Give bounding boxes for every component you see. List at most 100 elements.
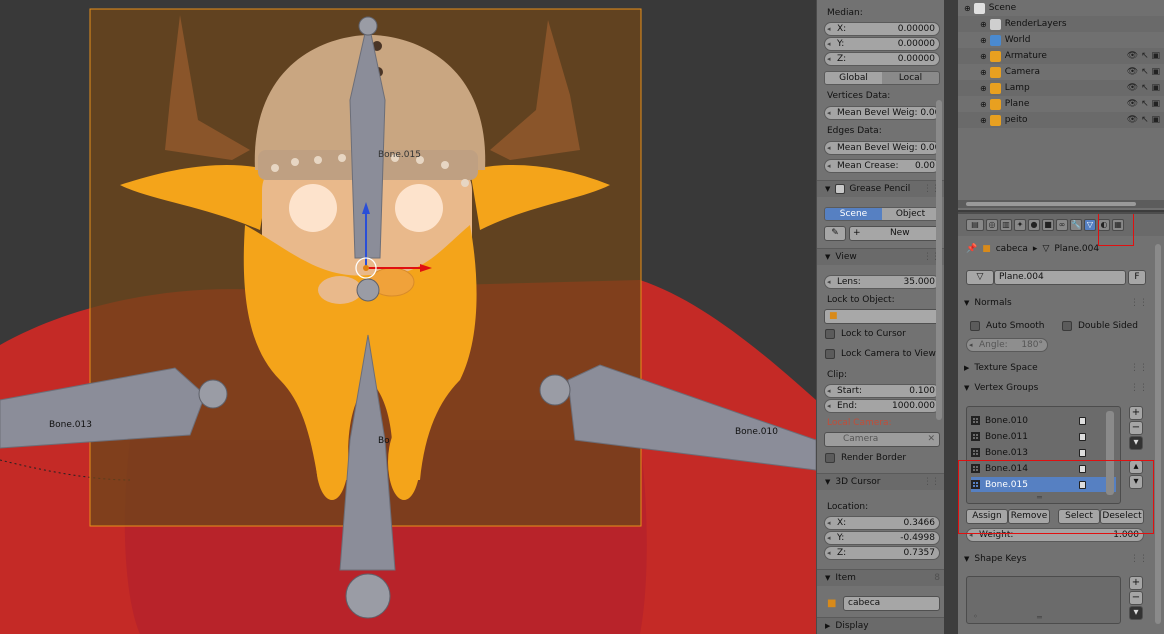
remove-vertex-group-button[interactable]: − — [1129, 421, 1143, 435]
weight-field[interactable]: Weight:1.000 — [966, 528, 1144, 542]
vertex-group-specials-button[interactable]: ▾ — [1129, 436, 1143, 450]
normals-panel-header[interactable]: ▼ Normals ⋮⋮ — [964, 295, 1152, 311]
item-panel-header[interactable]: ▼ Item 8 — [817, 569, 944, 586]
lock-icon[interactable] — [1079, 464, 1086, 473]
gp-new-button[interactable]: + New — [849, 226, 940, 241]
vertex-group-list-scrollbar[interactable] — [1106, 411, 1114, 495]
3d-cursor-panel-header[interactable]: ▼ 3D Cursor ⋮⋮ — [817, 473, 944, 490]
clear-x-icon[interactable]: ✕ — [927, 433, 935, 446]
shape-key-specials-button[interactable]: ▾ — [1129, 606, 1143, 620]
expand-icon[interactable]: ⊕ — [964, 4, 971, 13]
outliner-row[interactable]: ⊕ peito 👁 ↖ ▣ — [958, 112, 1164, 128]
add-vertex-group-button[interactable]: + — [1129, 406, 1143, 420]
local-button[interactable]: Local — [882, 72, 939, 84]
expand-icon[interactable]: ⊕ — [980, 68, 987, 77]
vertex-group-item[interactable]: Bone.011 — [971, 429, 1116, 444]
mesh-data-tab-icon[interactable]: ▽ — [1084, 219, 1096, 231]
expand-icon[interactable]: ⊕ — [980, 100, 987, 109]
median-x-field[interactable]: X:0.00000 — [824, 22, 940, 36]
restrict-toggles[interactable]: 👁 ↖ ▣ — [1127, 115, 1160, 125]
vertex-group-item[interactable]: Bone.015 — [971, 477, 1116, 492]
vertex-group-item[interactable]: Bone.014 — [971, 461, 1116, 476]
mesh-browse-button[interactable]: ▽ — [966, 270, 994, 285]
restrict-toggles[interactable]: 👁 ↖ ▣ — [1127, 67, 1160, 77]
restrict-toggles[interactable]: 👁 ↖ ▣ — [1127, 51, 1160, 61]
cursor-z-field[interactable]: Z:0.7357 — [824, 546, 940, 560]
scene-tab-icon[interactable]: ✦ — [1014, 219, 1026, 231]
render-tab-icon[interactable]: ◎ — [986, 219, 998, 231]
clip-end-field[interactable]: End:1000.000 — [824, 399, 940, 413]
mesh-name-field[interactable]: Plane.004 — [994, 270, 1126, 285]
world-tab-icon[interactable]: ● — [1028, 219, 1040, 231]
outliner-scrollbar[interactable] — [958, 200, 1164, 208]
select-button[interactable]: Select — [1058, 509, 1100, 524]
list-filter-icon[interactable]: ◦ — [973, 612, 978, 621]
texture-space-panel-header[interactable]: ▶ Texture Space ⋮⋮ — [964, 360, 1152, 376]
cursor-y-field[interactable]: Y:-0.4998 — [824, 531, 940, 545]
vertex-bevel-weight-field[interactable]: Mean Bevel Weig: 0.00 — [824, 106, 940, 120]
drag-grip-icon[interactable]: ⋮⋮ — [923, 477, 940, 487]
outliner-row[interactable]: ⊕ Armature 👁 ↖ ▣ — [958, 48, 1164, 64]
remove-shape-key-button[interactable]: − — [1129, 591, 1143, 605]
clip-start-field[interactable]: Start:0.100 — [824, 384, 940, 398]
lock-camera-to-view-check[interactable]: Lock Camera to View — [825, 349, 936, 359]
editor-type-menu[interactable]: ▤ — [966, 219, 984, 231]
expand-icon[interactable]: ⊕ — [980, 84, 987, 93]
lock-to-cursor-check[interactable]: Lock to Cursor — [825, 329, 906, 339]
vertex-group-item[interactable]: Bone.010 — [971, 413, 1116, 428]
list-resize-grip-icon[interactable]: ═ — [1037, 613, 1042, 622]
move-down-button[interactable]: ▾ — [1129, 475, 1143, 489]
render-border-check[interactable]: Render Border — [825, 453, 906, 463]
npanel-scrollbar[interactable] — [936, 100, 942, 420]
double-sided-check[interactable]: Double Sided — [1062, 321, 1138, 331]
vertex-group-item[interactable]: Bone.013 — [971, 445, 1116, 460]
view-panel-header[interactable]: ▼ View ⋮⋮ — [817, 248, 944, 265]
modifiers-tab-icon[interactable]: 🔧 — [1070, 219, 1082, 231]
outliner-row[interactable]: ⊕ Camera 👁 ↖ ▣ — [958, 64, 1164, 80]
cursor-x-field[interactable]: X:0.3466 — [824, 516, 940, 530]
expand-icon[interactable]: ⊕ — [980, 20, 987, 29]
remove-button[interactable]: Remove — [1008, 509, 1050, 524]
object-tab-icon[interactable]: ■ — [1042, 219, 1054, 231]
item-name-field[interactable]: cabeca — [843, 596, 940, 611]
local-camera-field[interactable]: Camera ✕ — [824, 432, 940, 447]
gp-scene-button[interactable]: Scene — [825, 208, 882, 220]
lock-object-field[interactable]: ■ — [824, 309, 940, 324]
vertex-groups-panel-header[interactable]: ▼ Vertex Groups ⋮⋮ — [964, 380, 1152, 396]
lock-icon[interactable] — [1079, 480, 1086, 489]
fake-user-button[interactable]: F — [1128, 270, 1146, 285]
properties-scrollbar[interactable] — [1155, 244, 1161, 624]
outliner-row[interactable]: ⊕ World — [958, 32, 1164, 48]
restrict-toggles[interactable]: 👁 ↖ ▣ — [1127, 83, 1160, 93]
expand-icon[interactable]: ⊕ — [980, 36, 987, 45]
texture-tab-icon[interactable]: ▦ — [1112, 219, 1124, 231]
median-y-field[interactable]: Y:0.00000 — [824, 37, 940, 51]
outliner-row[interactable]: ⊕ Lamp 👁 ↖ ▣ — [958, 80, 1164, 96]
material-tab-icon[interactable]: ◐ — [1098, 219, 1110, 231]
pencil-icon[interactable]: ✎ — [824, 226, 846, 241]
render-layers-tab-icon[interactable]: ▥ — [1000, 219, 1012, 231]
expand-icon[interactable]: ⊕ — [980, 116, 987, 125]
median-z-field[interactable]: Z:0.00000 — [824, 52, 940, 66]
display-panel-header[interactable]: ▶ Display — [817, 617, 944, 634]
grease-pencil-checkbox[interactable] — [835, 184, 846, 194]
angle-field[interactable]: Angle:180° — [966, 338, 1048, 352]
edge-bevel-weight-field[interactable]: Mean Bevel Weig: 0.00 — [824, 141, 940, 155]
lock-icon[interactable] — [1079, 448, 1086, 457]
restrict-toggles[interactable]: 👁 ↖ ▣ — [1127, 99, 1160, 109]
mean-crease-field[interactable]: Mean Crease:0.00 — [824, 159, 940, 173]
list-resize-grip-icon[interactable]: ═ — [1037, 493, 1042, 502]
gp-object-button[interactable]: Object — [882, 208, 939, 220]
pin-icon[interactable]: 📌 — [966, 244, 977, 254]
assign-button[interactable]: Assign — [966, 509, 1008, 524]
add-shape-key-button[interactable]: + — [1129, 576, 1143, 590]
lock-icon[interactable] — [1079, 432, 1086, 441]
deselect-button[interactable]: Deselect — [1100, 509, 1144, 524]
3d-viewport[interactable]: Bone.013 Bone.010 Bone.015 Bo — [0, 0, 816, 634]
lens-field[interactable]: Lens:35.000 — [824, 275, 940, 289]
outliner-row[interactable]: ⊕ RenderLayers — [958, 16, 1164, 32]
expand-icon[interactable]: ⊕ — [980, 52, 987, 61]
auto-smooth-check[interactable]: Auto Smooth — [970, 321, 1044, 331]
lock-icon[interactable] — [1079, 416, 1086, 425]
grease-pencil-panel-header[interactable]: ▼ Grease Pencil ⋮⋮ — [817, 180, 944, 197]
